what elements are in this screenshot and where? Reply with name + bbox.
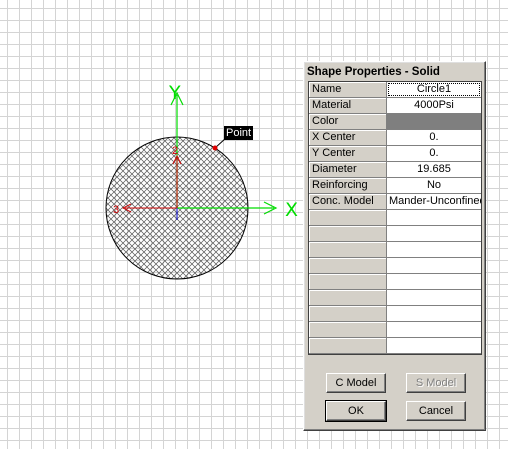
property-name: Material	[309, 98, 387, 113]
property-value[interactable]: Mander-Unconfined	[387, 194, 481, 209]
property-row[interactable]	[309, 242, 481, 258]
property-name: Y Center	[309, 146, 387, 161]
axis-2-label: 2	[172, 145, 178, 157]
property-row[interactable]	[309, 338, 481, 354]
property-name	[309, 226, 387, 241]
property-row[interactable]	[309, 210, 481, 226]
property-value[interactable]: 0.	[387, 130, 481, 145]
property-name	[309, 242, 387, 257]
property-row[interactable]	[309, 290, 481, 306]
point-label: Point	[224, 126, 254, 140]
property-value[interactable]	[387, 226, 481, 241]
property-name	[309, 290, 387, 305]
property-name	[309, 322, 387, 337]
property-name: X Center	[309, 130, 387, 145]
property-row[interactable]: Y Center 0.	[309, 146, 481, 162]
property-name	[309, 274, 387, 289]
property-row[interactable]: X Center 0.	[309, 130, 481, 146]
c-model-button[interactable]: C Model	[326, 373, 386, 393]
property-value[interactable]: 19.685	[387, 162, 481, 177]
property-row[interactable]: Reinforcing No	[309, 178, 481, 194]
property-row[interactable]	[309, 274, 481, 290]
property-row[interactable]: Color	[309, 114, 481, 130]
s-model-button[interactable]: S Model	[406, 373, 466, 393]
property-row[interactable]	[309, 258, 481, 274]
property-name: Conc. Model	[309, 194, 387, 209]
x-axis-label: X	[285, 199, 298, 221]
property-name	[309, 306, 387, 321]
property-value[interactable]: 0.	[387, 146, 481, 161]
property-value[interactable]	[387, 258, 481, 273]
dialog-title: Shape Properties - Solid	[307, 66, 440, 78]
property-row[interactable]: Material 4000Psi	[309, 98, 481, 114]
property-row[interactable]: Conc. Model Mander-Unconfined	[309, 194, 481, 210]
property-value[interactable]: Circle1	[387, 82, 481, 97]
shape-properties-dialog: Shape Properties - Solid Name Circle1 Mate…	[303, 61, 486, 431]
property-row[interactable]	[309, 226, 481, 242]
property-row[interactable]	[309, 322, 481, 338]
property-value[interactable]	[387, 274, 481, 289]
property-row[interactable]: Diameter 19.685	[309, 162, 481, 178]
property-name	[309, 258, 387, 273]
cancel-button[interactable]: Cancel	[406, 401, 466, 421]
y-axis-label: Y	[168, 82, 181, 104]
property-row[interactable]: Name Circle1	[309, 82, 481, 98]
property-name	[309, 210, 387, 225]
property-value[interactable]	[387, 242, 481, 257]
color-swatch[interactable]	[387, 114, 481, 129]
property-value[interactable]: No	[387, 178, 481, 193]
property-name: Name	[309, 82, 387, 97]
property-name: Reinforcing	[309, 178, 387, 193]
property-value[interactable]	[387, 306, 481, 321]
property-row[interactable]	[309, 306, 481, 322]
property-value[interactable]	[387, 322, 481, 337]
axis-3-label: 3	[113, 204, 119, 216]
point-marker[interactable]	[212, 145, 218, 151]
property-grid[interactable]: Name Circle1 Material 4000Psi Color X Center 0…	[308, 81, 482, 355]
ok-button[interactable]: OK	[325, 400, 387, 422]
property-value[interactable]: 4000Psi	[387, 98, 481, 113]
property-value[interactable]	[387, 290, 481, 305]
property-name	[309, 338, 387, 353]
property-name: Diameter	[309, 162, 387, 177]
property-name: Color	[309, 114, 387, 129]
property-value[interactable]	[387, 210, 481, 225]
property-value[interactable]	[387, 338, 481, 353]
